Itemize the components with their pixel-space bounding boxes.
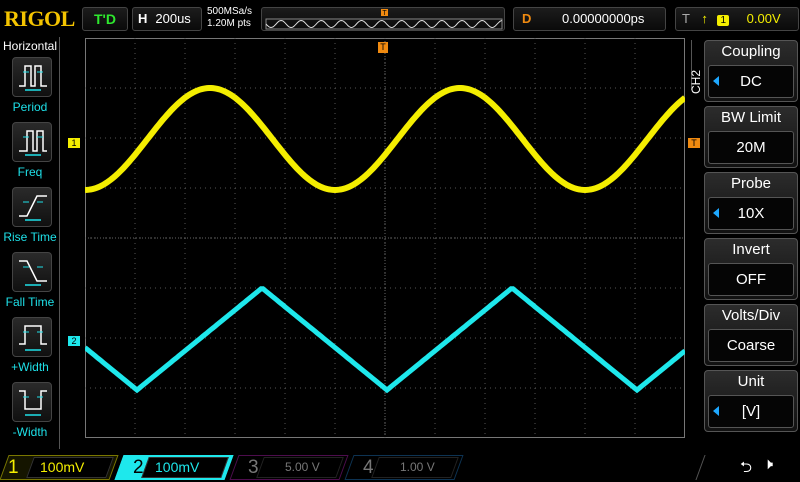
pos-width-icon (19, 325, 47, 351)
menu-title: Probe (730, 175, 772, 192)
fall-time-button[interactable] (12, 252, 52, 292)
menu-title: Invert (732, 241, 770, 258)
period-icon (19, 65, 47, 91)
freq-button[interactable] (12, 122, 52, 162)
trigger-level-marker[interactable]: T (688, 138, 700, 148)
menu-value: OFF (736, 271, 766, 288)
menu-volts-div[interactable]: Volts/Div Coarse (704, 304, 798, 366)
channel-number: 1 (8, 457, 19, 478)
freq-icon (19, 130, 47, 156)
select-arrow-icon (713, 406, 719, 416)
fall-time-icon (19, 260, 47, 286)
menu-value: 20M (736, 139, 766, 156)
ch4-tab[interactable]: 4 1.00 V (344, 455, 464, 480)
measure-label: Freq (17, 165, 43, 179)
menu-title: BW Limit (721, 109, 781, 126)
rise-time-button[interactable] (12, 187, 52, 227)
menu-coupling[interactable]: Coupling DC (704, 40, 798, 102)
menu-title: Unit (737, 373, 765, 390)
memory-overview-wave: T (265, 9, 503, 30)
-width-button[interactable] (12, 382, 52, 422)
sample-rate: 500MSa/s (207, 6, 253, 17)
menu-value-box[interactable]: [V] (708, 395, 794, 428)
delay-label: D (522, 11, 532, 26)
measure-label: Period (12, 100, 48, 114)
ch1-offset-marker[interactable]: 1 (68, 138, 80, 148)
trigger-box[interactable]: T ↑ 1 0.00V (675, 7, 799, 31)
timebase-box[interactable]: H 200us (132, 7, 202, 31)
menu-value-box[interactable]: DC (708, 65, 794, 98)
channel-scale: 100mV (155, 459, 200, 475)
menu-value: [V] (741, 403, 761, 420)
trigger-position-marker: T (381, 9, 388, 17)
speaker-muted-icon[interactable]: 🕨 (763, 456, 773, 474)
menu-value: Coarse (726, 337, 776, 354)
svg-text:T: T (382, 10, 387, 17)
timebase-value: 200us (155, 11, 191, 26)
measure-label: -Width (12, 425, 48, 439)
trigger-label: T (682, 11, 690, 26)
menu-value-box[interactable]: OFF (708, 263, 794, 296)
trigger-source: 1 (717, 15, 730, 26)
trigger-level: 0.00V (746, 11, 781, 26)
waveform-display[interactable] (83, 38, 687, 438)
menu-value: 10X (737, 205, 765, 222)
channel-scale: 1.00 V (400, 460, 435, 474)
run-state-badge[interactable]: T'D (82, 7, 128, 31)
menu-probe[interactable]: Probe 10X (704, 172, 798, 234)
-width-button[interactable] (12, 317, 52, 357)
memory-overview-bar[interactable]: T (261, 7, 505, 31)
channel-label: CH2 (689, 69, 703, 94)
menu-unit[interactable]: Unit [V] (704, 370, 798, 432)
delay-box[interactable]: D 0.00000000ps (513, 7, 666, 31)
acquisition-info: 500MSa/s 1.20M pts (207, 6, 252, 30)
channel-scale: 5.00 V (285, 460, 320, 474)
rigol-logo: RIGOL (4, 6, 75, 31)
select-arrow-icon (713, 76, 719, 86)
period-button[interactable] (12, 57, 52, 97)
trigger-time-marker[interactable]: T (378, 42, 388, 53)
measure-label: Fall Time (5, 295, 55, 309)
horizontal-menu: Horizontal Period Freq Rise Time Fall Time +… (0, 37, 60, 449)
select-arrow-icon (713, 208, 719, 218)
rise-time-icon (19, 195, 47, 221)
h-label: H (138, 11, 148, 26)
menu-bw-limit[interactable]: BW Limit 20M (704, 106, 798, 168)
ch3-tab[interactable]: 3 5.00 V (229, 455, 349, 480)
delay-value: 0.00000000ps (562, 11, 645, 26)
neg-width-icon (19, 390, 47, 416)
menu-value-box[interactable]: 20M (708, 131, 794, 164)
ch1-tab[interactable]: 1 100mV (0, 455, 119, 480)
usb-icon: ⮌ (740, 459, 753, 476)
measure-label: +Width (11, 360, 49, 374)
rising-edge-icon: ↑ (701, 11, 708, 26)
ch2-offset-marker[interactable]: 2 (68, 336, 80, 346)
measure-label: Rise Time (3, 230, 57, 244)
channel-scale: 100mV (40, 459, 85, 475)
menu-invert[interactable]: Invert OFF (704, 238, 798, 300)
memory-depth: 1.20M pts (207, 18, 251, 29)
menu-value-box[interactable]: 10X (708, 197, 794, 230)
menu-value: DC (740, 73, 762, 90)
menu-title: Volts/Div (721, 307, 781, 324)
menu-title: Horizontal (3, 39, 58, 53)
menu-value-box[interactable]: Coarse (708, 329, 794, 362)
menu-title: Coupling (721, 43, 781, 60)
ch2-tab[interactable]: 2 100mV (114, 455, 234, 480)
